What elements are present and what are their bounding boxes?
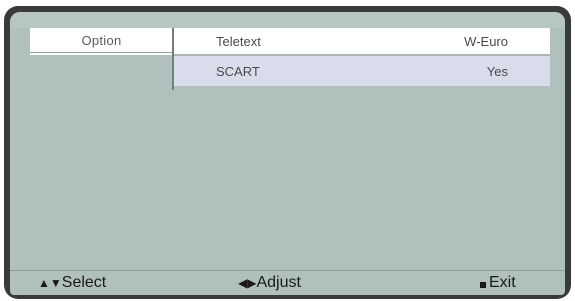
category-tab-label: Option	[81, 32, 122, 48]
setting-row-teletext[interactable]: Teletext W-Euro	[174, 28, 550, 56]
osd-menu-window: Option Teletext W-Euro SCART Yes ▲▼ Sele…	[10, 12, 565, 295]
category-tab-underline	[30, 53, 173, 55]
hint-select: ▲▼ Select	[38, 274, 106, 292]
exit-square-icon	[480, 282, 486, 288]
hint-adjust-label: Adjust	[256, 274, 301, 291]
setting-value: W-Euro	[464, 33, 508, 49]
category-tab-option[interactable]: Option	[30, 28, 173, 53]
footer-hints: ▲▼ Select ◀▶ Adjust Exit	[10, 271, 565, 295]
hint-exit-label: Exit	[489, 274, 516, 291]
hint-adjust: ◀▶ Adjust	[238, 274, 301, 292]
up-down-arrows-icon: ▲▼	[38, 276, 62, 290]
setting-value: Yes	[486, 63, 508, 79]
left-right-arrows-icon: ◀▶	[238, 276, 257, 290]
hint-select-label: Select	[61, 274, 107, 291]
hint-exit: Exit	[480, 274, 516, 292]
setting-label: SCART	[216, 63, 260, 79]
setting-label: Teletext	[216, 33, 261, 49]
settings-list: Teletext W-Euro SCART Yes	[174, 28, 550, 86]
category-panel: Option	[30, 28, 173, 72]
top-strip	[10, 12, 565, 28]
setting-row-scart[interactable]: SCART Yes	[174, 56, 550, 86]
